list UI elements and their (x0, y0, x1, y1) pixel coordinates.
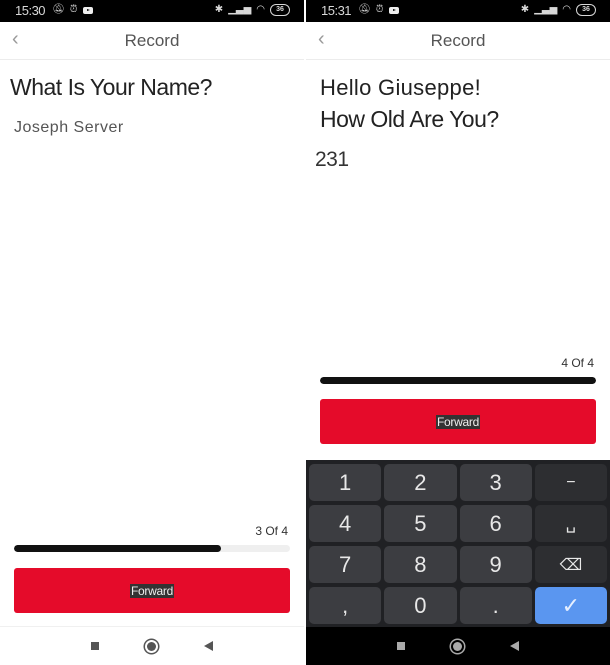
page-title: Record (430, 31, 486, 50)
status-bar: 15:31 🔕︎ ⏰︎ ✱ ▁▃▅ ◠ 36 (306, 0, 610, 22)
question-text: What Is Your Name? (10, 74, 212, 100)
space-key[interactable]: ␣ (534, 505, 607, 542)
key-0[interactable]: 0 (384, 587, 457, 624)
page-title: Record (124, 31, 180, 50)
recents-icon[interactable] (91, 642, 99, 650)
status-bar: 15:30 🔕︎ ⏰︎ ✱ ▁▃▅ ◠ 36 (0, 0, 304, 22)
wifi-icon: ◠ (562, 4, 571, 15)
backspace-key[interactable]: ⌫ (534, 546, 607, 583)
battery-icon: 36 (270, 4, 290, 16)
battery-icon: 36 (576, 4, 596, 16)
nav-bar (0, 626, 304, 665)
minus-key[interactable]: − (534, 464, 607, 501)
progress-label: 3 Of 4 (255, 524, 288, 538)
period-key[interactable]: . (459, 587, 532, 624)
app-header: ‹ Record (306, 22, 610, 60)
mute-icon: 🔕︎ (358, 4, 371, 15)
status-time: 15:31 (321, 3, 352, 18)
home-icon[interactable] (453, 641, 462, 651)
bluetooth-icon: ✱ (214, 4, 224, 15)
nav-bar (306, 627, 610, 665)
key-8[interactable]: 8 (384, 546, 457, 583)
wifi-icon: ◠ (256, 4, 265, 15)
question-text: How Old Are You? (320, 106, 499, 132)
name-input[interactable]: Joseph Server (14, 119, 124, 137)
alarm-icon: ⏰︎ (375, 4, 384, 15)
progress-bar (320, 377, 596, 384)
progress-fill (14, 545, 221, 552)
key-3[interactable]: 3 (459, 464, 532, 501)
recents-icon[interactable] (397, 642, 405, 650)
back-triangle-icon[interactable] (204, 641, 213, 651)
key-7[interactable]: 7 (309, 546, 382, 583)
app-header: ‹ Record (0, 22, 304, 60)
greeting-text: Hello Giuseppe! (320, 75, 482, 100)
home-icon[interactable] (147, 641, 156, 651)
youtube-icon (388, 6, 399, 14)
age-input[interactable]: 231 (315, 148, 349, 172)
forward-button[interactable]: Forward (320, 399, 596, 444)
bluetooth-icon: ✱ (520, 4, 530, 15)
key-1[interactable]: 1 (309, 464, 382, 501)
back-triangle-icon[interactable] (510, 641, 519, 651)
alarm-icon: ⏰︎ (69, 4, 78, 15)
screen-name-step: 15:30 🔕︎ ⏰︎ ✱ ▁▃▅ ◠ 36 ‹ Record What Is … (0, 0, 304, 665)
status-time: 15:30 (15, 3, 46, 18)
signal-icon: ▁▃▅ (534, 4, 558, 15)
key-4[interactable]: 4 (309, 505, 382, 542)
forward-button-label: Forward (130, 583, 174, 598)
screen-age-step: 15:31 🔕︎ ⏰︎ ✱ ▁▃▅ ◠ 36 ‹ Record Hello Gi… (306, 0, 610, 665)
key-6[interactable]: 6 (459, 505, 532, 542)
progress-bar (14, 545, 290, 552)
key-9[interactable]: 9 (459, 546, 532, 583)
enter-key[interactable]: ✓ (534, 587, 607, 624)
youtube-icon (82, 6, 93, 14)
numeric-keyboard: 1 2 3− 4 5 6 ␣ 7 8 9 ⌫, 0. ✓ (306, 460, 610, 627)
progress-label: 4 Of 4 (561, 356, 594, 370)
forward-button[interactable]: Forward (14, 568, 290, 613)
progress-fill (320, 377, 596, 384)
comma-key[interactable]: , (309, 587, 382, 624)
mute-icon: 🔕︎ (52, 4, 65, 15)
forward-button-label: Forward (436, 414, 480, 429)
key-5[interactable]: 5 (384, 505, 457, 542)
signal-icon: ▁▃▅ (228, 4, 252, 15)
key-2[interactable]: 2 (384, 464, 457, 501)
